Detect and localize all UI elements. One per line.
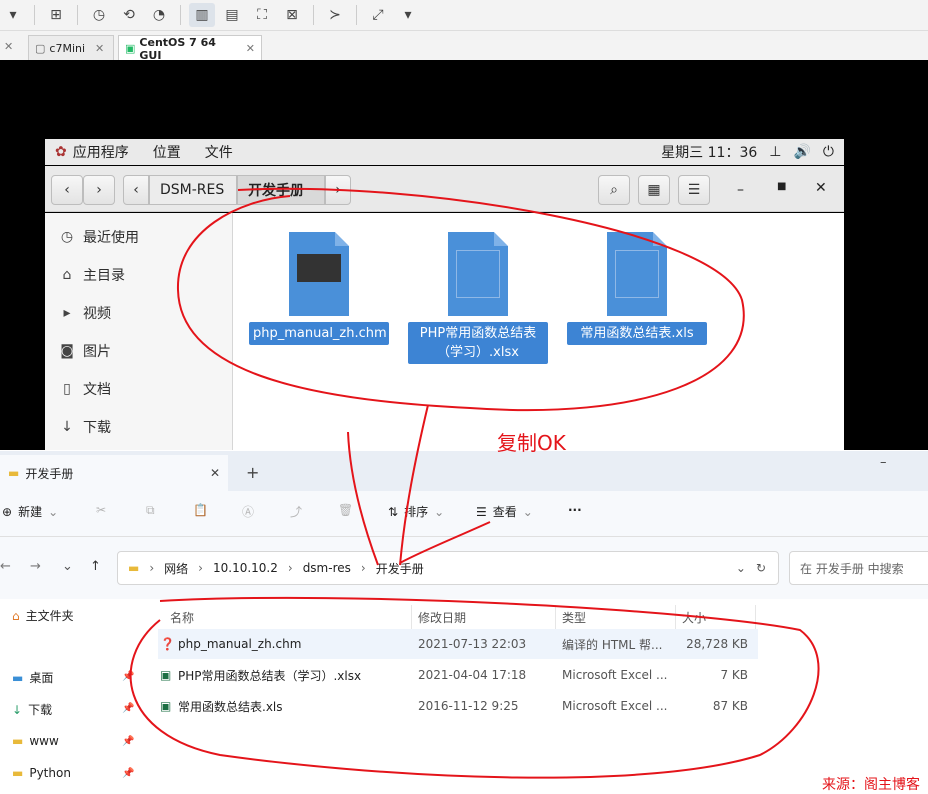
annotation-circle-top: [176, 187, 745, 412]
annotation-arrow: [347, 404, 491, 566]
annotation-circle-bottom: [129, 596, 820, 779]
annotation-text: 复制OK: [497, 431, 566, 455]
annotation-overlay: [129, 187, 820, 779]
source-watermark: 来源：阁主博客: [822, 777, 920, 793]
